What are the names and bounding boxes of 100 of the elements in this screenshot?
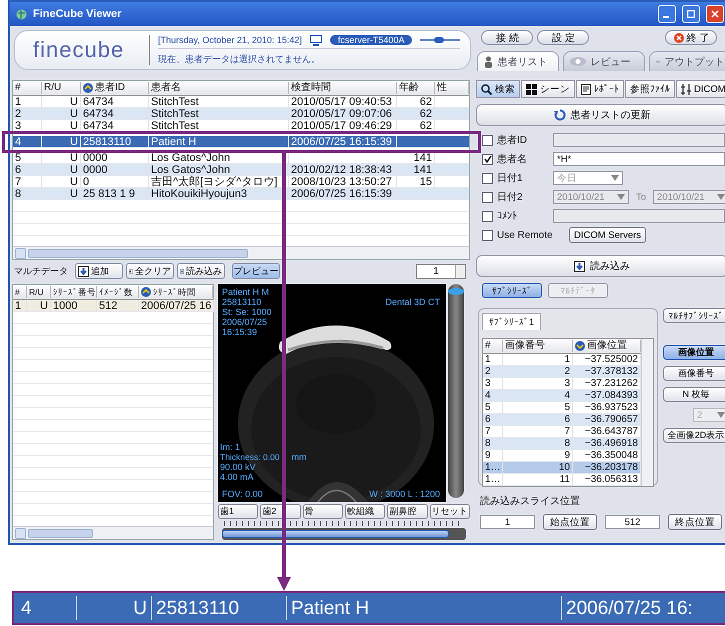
- number-spinner[interactable]: 1: [416, 264, 466, 278]
- refresh-icon: [554, 109, 566, 121]
- table-row[interactable]: 1… 11 −36.056313: [483, 474, 641, 486]
- dicom-servers-button[interactable]: DICOM Servers: [569, 227, 646, 243]
- eye-icon: [570, 57, 586, 66]
- preset-button[interactable]: 軟組織: [344, 504, 386, 519]
- table-cell: U: [42, 120, 81, 132]
- preset-button[interactable]: リセット: [430, 504, 470, 519]
- toolbar-button[interactable]: プレビュー: [232, 263, 280, 279]
- close-button[interactable]: [706, 5, 724, 23]
- table-row[interactable]: 2 U 64734 StitchTest 2010/05/17 09:07:06 62: [13, 108, 469, 120]
- caret-icon: [617, 194, 625, 200]
- server-name: fcserver-T5400A: [330, 35, 412, 45]
- column-header[interactable]: ｼﾘｰｽﾞ番号: [51, 286, 97, 298]
- load-button[interactable]: 読み込み: [476, 255, 725, 277]
- side-button[interactable]: N 枚毎: [663, 387, 725, 402]
- header-button[interactable]: 設 定: [537, 30, 590, 45]
- side-button[interactable]: ﾏﾙﾁｻﾌﾞｼﾘｰｽﾞ: [663, 308, 725, 323]
- table-row[interactable]: 5 U 0000 Los Gatos^John 141: [13, 152, 469, 164]
- table-row[interactable]: 1 U 1000 512 2006/07/25 16: [13, 300, 213, 312]
- column-header[interactable]: R/U: [42, 82, 81, 94]
- slice-slider[interactable]: [448, 284, 464, 498]
- slider-thumb[interactable]: [448, 288, 464, 295]
- table-row[interactable]: 1… 10 −36.203178: [483, 462, 641, 474]
- mode-toggle[interactable]: ｻﾌﾞｼﾘｰｽﾞ: [482, 283, 542, 298]
- column-header[interactable]: 年齢: [397, 82, 435, 94]
- minimize-button[interactable]: [658, 5, 676, 23]
- table-cell: 64734: [81, 120, 149, 132]
- scrollbar-thumb[interactable]: [28, 248, 248, 258]
- preset-button[interactable]: 歯1: [218, 504, 258, 519]
- column-header[interactable]: R/U: [27, 286, 51, 298]
- text-field[interactable]: *H*: [553, 152, 725, 166]
- refresh-button[interactable]: 患者リストの更新: [476, 104, 725, 126]
- column-header[interactable]: 検査時間: [289, 82, 397, 94]
- header-button[interactable]: 接 続: [481, 30, 534, 45]
- column-header[interactable]: 画像番号: [503, 340, 573, 352]
- table-row[interactable]: 4 4 −37.084393: [483, 390, 641, 402]
- side-button[interactable]: 全画像2D表示: [663, 428, 725, 443]
- table-cell: 2006/07/25 16:15:39: [289, 136, 397, 148]
- side-button[interactable]: 画像番号: [663, 366, 725, 381]
- column-header[interactable]: #: [13, 82, 42, 94]
- scrollbar-thumb[interactable]: [28, 528, 93, 538]
- main-tab[interactable]: レビュー: [563, 51, 646, 71]
- vertical-scrollbar[interactable]: [641, 339, 653, 486]
- column-header[interactable]: ｼﾘｰｽﾞ時間: [139, 286, 213, 298]
- toolbar-button[interactable]: 全クリア: [126, 263, 174, 279]
- main-tab[interactable]: 患者リスト: [477, 51, 560, 71]
- sub-tab[interactable]: 検索: [476, 80, 520, 98]
- table-row[interactable]: 8 8 −36.496918: [483, 438, 641, 450]
- table-row[interactable]: 3 3 −37.231262: [483, 378, 641, 390]
- table-cell: 62: [397, 120, 435, 132]
- field-label: 患者名: [497, 152, 528, 166]
- maximize-button[interactable]: [682, 5, 700, 23]
- sub-tab[interactable]: ﾚﾎﾟｰﾄ: [576, 80, 624, 98]
- checkbox[interactable]: [482, 154, 493, 164]
- table-row[interactable]: 1 1 −37.525002: [483, 354, 641, 366]
- column-header[interactable]: #: [483, 340, 503, 352]
- overlay-text: 90.00 kV: [220, 462, 257, 472]
- sub-tab[interactable]: DICOM: [676, 80, 725, 98]
- column-header[interactable]: 性: [435, 82, 469, 94]
- start-field[interactable]: 1: [480, 515, 535, 529]
- table-row[interactable]: 6 U 0000 Los Gatos^John 2010/02/12 18:38:43 141: [13, 164, 469, 176]
- side-button[interactable]: 画像位置: [663, 345, 725, 360]
- column-header[interactable]: ｲﾒｰｼﾞ数: [97, 286, 139, 298]
- sub-tab[interactable]: 参照ﾌｧｲﾙ: [625, 80, 675, 98]
- person-icon: [484, 56, 494, 68]
- sub-tab[interactable]: シーン: [521, 80, 575, 98]
- field-label: 患者ID: [497, 134, 528, 147]
- preset-button[interactable]: 副鼻腔: [387, 504, 428, 519]
- table-row[interactable]: 8 U 25 813 1 9 HitoKouikiHyoujun3 2006/07/25 16:15:39: [13, 188, 469, 200]
- range-slider[interactable]: [222, 528, 466, 540]
- panel-tab[interactable]: ｻﾌﾞｼﾘｰｽﾞ1: [482, 313, 542, 330]
- exit-button[interactable]: 終 了: [665, 30, 718, 45]
- table-row[interactable]: 2 2 −37.378132: [483, 366, 641, 378]
- table-row[interactable]: 7 7 −36.643787: [483, 426, 641, 438]
- column-header[interactable]: #: [13, 286, 27, 298]
- preset-button[interactable]: 骨: [302, 504, 343, 519]
- to-label: To: [635, 192, 648, 202]
- table-row[interactable]: 5 5 −36.937523: [483, 402, 641, 414]
- preset-button[interactable]: 歯2: [260, 504, 301, 519]
- sort-icon: [575, 341, 585, 351]
- import-icon: [574, 260, 585, 272]
- column-header[interactable]: 患者ID: [81, 82, 149, 94]
- table-row[interactable]: 6 6 −36.790657: [483, 414, 641, 426]
- table-cell: 1…: [483, 474, 503, 486]
- maximize-icon: [687, 10, 695, 18]
- table-row[interactable]: 4 U 25813110 Patient H 2006/07/25 16:15:39: [13, 136, 469, 148]
- column-header[interactable]: 患者名: [149, 82, 289, 94]
- main-tab[interactable]: アウトプット: [649, 51, 725, 71]
- start-button[interactable]: 始点位置: [543, 514, 597, 530]
- overlay-text: St: Se: 1000: [222, 307, 272, 317]
- toolbar-button[interactable]: 読み込み: [177, 263, 225, 279]
- table-row[interactable]: 9 9 −36.350048: [483, 450, 641, 462]
- checkbox[interactable]: [482, 230, 493, 240]
- toolbar-button[interactable]: 追加: [75, 263, 123, 279]
- table-row[interactable]: 1 U 64734 StitchTest 2010/05/17 09:40:53 62: [13, 96, 469, 108]
- end-button[interactable]: 終点位置: [668, 514, 722, 530]
- overlay-text: Dental 3D CT: [385, 297, 440, 307]
- end-field[interactable]: 512: [605, 515, 660, 529]
- table-row[interactable]: 7 U 0 吉田^太郎[ヨシダ^タロウ] 2008/10/23 13:50:27 15: [13, 176, 469, 188]
